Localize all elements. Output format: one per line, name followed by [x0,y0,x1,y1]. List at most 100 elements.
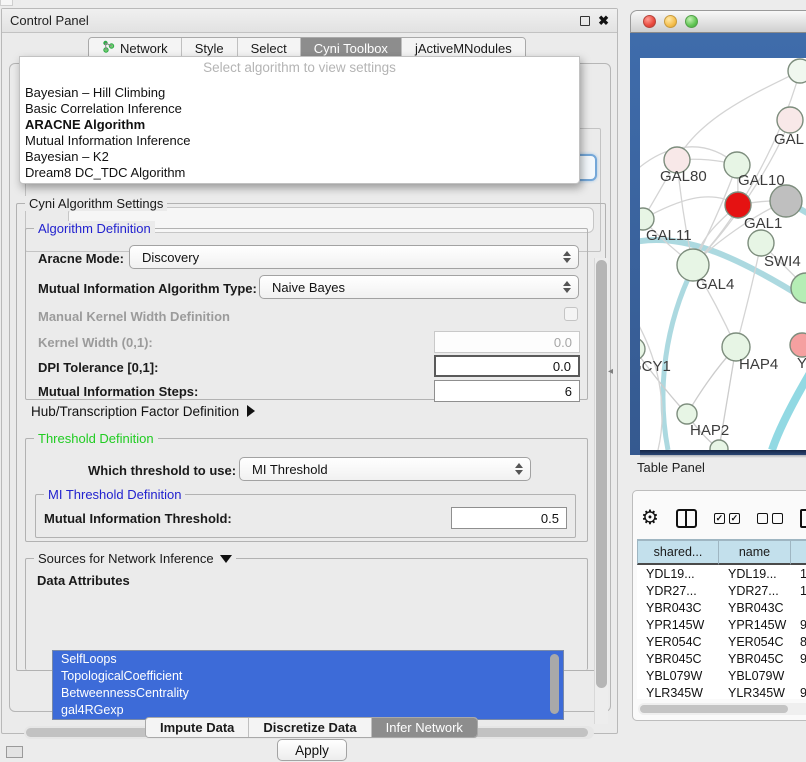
data-attributes-list[interactable]: SelfLoopsTopologicalCoefficientBetweenne… [52,650,564,720]
algorithm-option[interactable]: Mutual Information Inference [20,133,579,149]
kernel-width-field[interactable] [434,331,580,353]
table-cell: 12 [791,582,806,599]
tab-jactivemnodules[interactable]: jActiveMNodules [402,38,525,58]
attribute-item[interactable]: SelfLoops [53,651,563,668]
table-hscrollbar-thumb[interactable] [640,705,788,713]
column-header-a[interactable]: A [791,540,806,565]
table-row[interactable]: YDR27...YDR27...12 [637,582,806,599]
network-canvas[interactable]: GALGAL80GAL10GAL1GAL11SWI4GAL4GCY1HAP4YH… [640,58,806,450]
splitter-collapse-icon[interactable]: ◂ [608,366,613,377]
manual-kernel-label: Manual Kernel Width Definition [38,309,230,324]
table-row[interactable]: YBR043CYBR043C [637,599,806,616]
column-header-shared-[interactable]: shared... [637,540,719,565]
corner-grip[interactable] [6,746,23,758]
manual-kernel-checkbox[interactable] [564,307,578,321]
select-all-icon[interactable]: ✓✓ [714,513,740,524]
table-cell: YBR043C [637,599,719,616]
page-icon[interactable] [800,509,806,528]
table-panel: ⚙ ✓✓ shared...nameA YDL19...YDL19...13YD… [632,490,806,721]
column-header-name[interactable]: name [719,540,791,565]
bottom-tab-impute-data[interactable]: Impute Data [146,718,249,737]
table-row[interactable]: YER054CYER054C8. [637,633,806,650]
algorithm-definition-group: Algorithm Definition Aracne Mode: Discov… [25,228,588,400]
collapsed-arrow-icon [247,405,255,417]
tab-label: Select [251,41,287,56]
deselect-all-icon[interactable] [757,513,783,524]
aracne-mode-value: Discovery [142,250,199,265]
tab-label: Style [195,41,224,56]
threshold-definition-group: Threshold Definition Which threshold to … [25,438,588,542]
algorithm-dropdown: Select algorithm to view settings Bayesi… [19,56,580,184]
hub-definition-toggle[interactable]: Hub/Transcription Factor Definition [31,404,255,419]
table-row[interactable]: YPR145WYPR145W9. [637,616,806,633]
network-node-y[interactable] [790,333,806,357]
algorithm-option[interactable]: Basic Correlation Inference [20,101,579,117]
table-cell: YBR045C [637,650,719,667]
tab-network[interactable]: Network [89,38,182,58]
table-cell: YDR27... [719,582,791,599]
mi-threshold-group-title: MI Threshold Definition [44,487,185,502]
node-label: Y [797,355,806,372]
float-panel-icon[interactable] [580,16,590,26]
network-node-gcy1[interactable] [640,338,645,360]
table-row[interactable]: YBL079WYBL079W [637,667,806,684]
table-cell: YBL079W [719,667,791,684]
which-threshold-label: Which threshold to use: [88,463,236,478]
mi-threshold-field[interactable] [451,507,567,529]
close-panel-icon[interactable]: ✖ [598,16,609,26]
node-label: GAL10 [738,172,785,189]
gear-icon[interactable]: ⚙ [641,508,659,528]
sources-title-text: Sources for Network Inference [38,551,214,566]
hub-definition-label: Hub/Transcription Factor Definition [31,404,239,419]
settings-scrollbar-thumb[interactable] [596,260,607,688]
network-node-hap2[interactable] [677,404,697,424]
network-node[interactable] [770,185,802,217]
node-label: GAL4 [696,276,734,293]
minimize-window-icon[interactable] [664,15,677,28]
attributes-list-scrollbar[interactable] [550,654,559,714]
node-label: GAL [774,131,804,148]
apply-button[interactable]: Apply [277,739,347,761]
table-cell: 9. [791,684,806,699]
which-threshold-combo[interactable]: MI Threshold [239,457,531,481]
network-node-gal[interactable] [777,107,803,133]
close-window-icon[interactable] [643,15,656,28]
network-node[interactable] [791,273,806,303]
table-panel-title: Table Panel [637,460,705,475]
panel-stub [0,0,13,6]
algorithm-option[interactable]: Dream8 DC_TDC Algorithm [20,165,579,181]
algorithm-option[interactable]: Bayesian – K2 [20,149,579,165]
bottom-tab-discretize-data[interactable]: Discretize Data [249,718,371,737]
data-table: shared...nameA YDL19...YDL19...13YDR27..… [637,539,806,699]
algorithm-option[interactable]: ARACNE Algorithm [20,117,579,133]
stepper-arrows-icon [563,281,571,293]
table-row[interactable]: YDL19...YDL19...13 [637,565,806,582]
mi-steps-field[interactable] [434,380,580,402]
network-node[interactable] [710,440,728,450]
bottom-tab-infer-network[interactable]: Infer Network [372,718,477,737]
attribute-item[interactable]: TopologicalCoefficient [53,668,563,685]
dpi-tolerance-field[interactable] [434,355,580,377]
zoom-window-icon[interactable] [685,15,698,28]
table-row[interactable]: YBR045CYBR045C9. [637,650,806,667]
split-pane-icon[interactable] [676,509,697,528]
tab-cyni-toolbox[interactable]: Cyni Toolbox [301,38,402,58]
mi-type-combo[interactable]: Naive Bayes [259,275,579,299]
sources-group-title[interactable]: Sources for Network Inference [34,551,236,566]
mi-type-value: Naive Bayes [272,280,345,295]
network-node[interactable] [788,59,806,83]
mi-threshold-label: Mutual Information Threshold: [44,511,232,526]
network-window-titlebar [630,10,806,33]
table-cell: YPR145W [637,616,719,633]
attribute-item[interactable]: BetweennessCentrality [53,685,563,702]
algorithm-option[interactable]: Bayesian – Hill Climbing [20,85,579,101]
expanded-arrow-icon [220,555,232,563]
tab-select[interactable]: Select [238,38,301,58]
table-cell: YDL19... [637,565,719,582]
node-label: GAL1 [744,215,782,232]
algorithm-definition-title: Algorithm Definition [34,221,155,236]
table-cell: YLR345W [637,684,719,699]
table-row[interactable]: YLR345WYLR345W9. [637,684,806,699]
aracne-mode-combo[interactable]: Discovery [129,245,579,269]
tab-style[interactable]: Style [182,38,238,58]
